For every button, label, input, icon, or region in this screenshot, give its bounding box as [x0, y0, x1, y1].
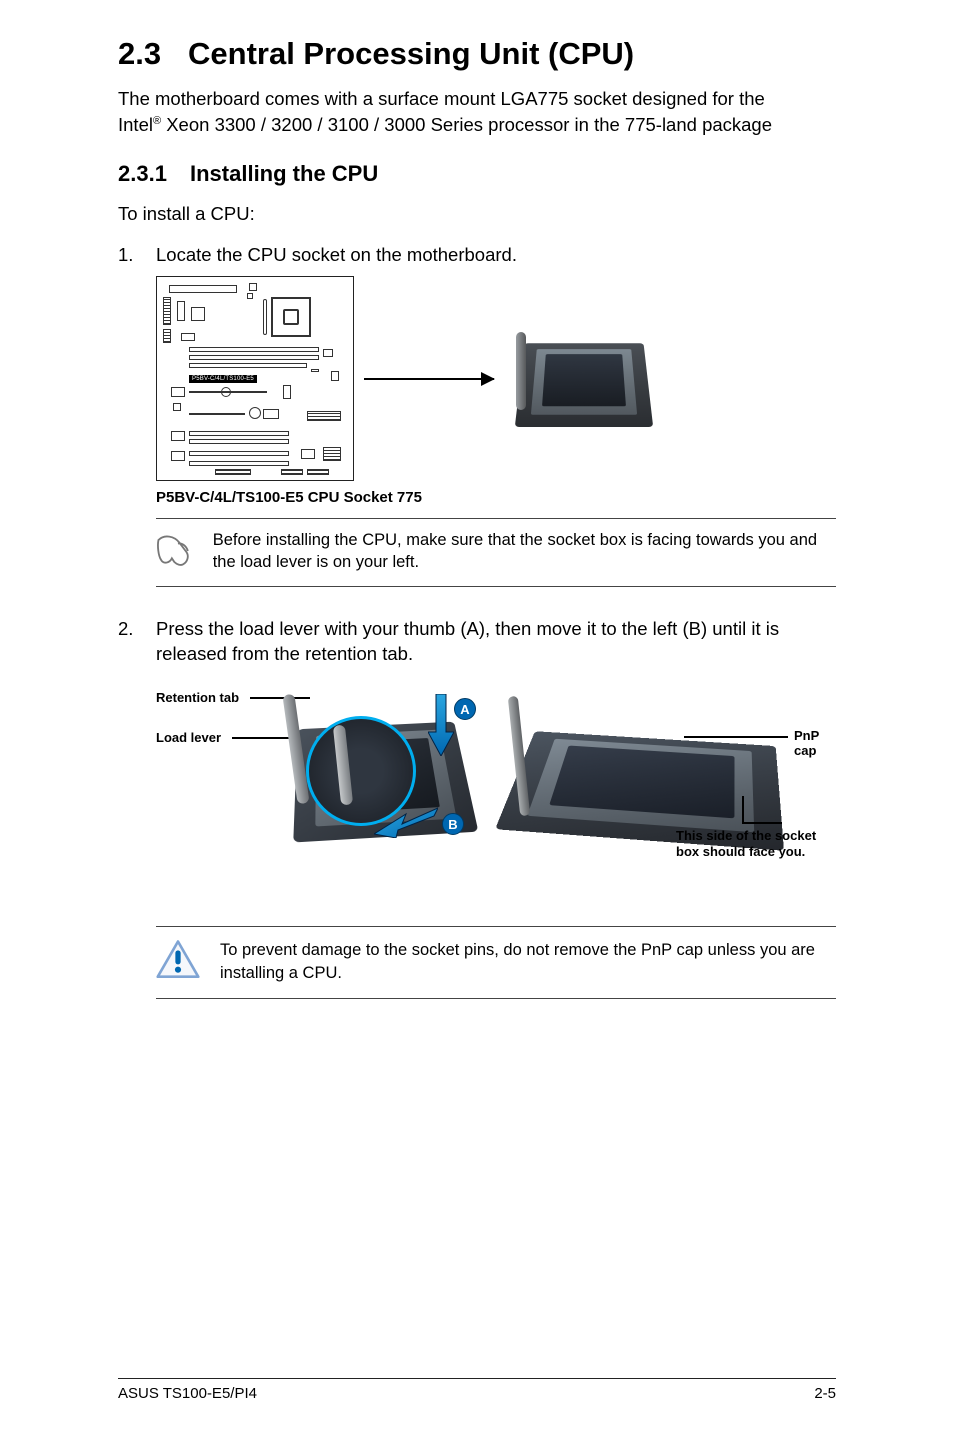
footer-right: 2-5 — [814, 1385, 836, 1402]
figure-row-1: P5BV-C/4L/TS100-E5 — [156, 276, 836, 481]
section-number: 2.3 — [118, 36, 188, 72]
section-title: Central Processing Unit (CPU) — [188, 36, 634, 71]
diagram-label: P5BV-C/4L/TS100-E5 — [189, 375, 257, 383]
label-face-you-1: This side of the socket — [676, 828, 816, 843]
label-load-lever: Load lever — [156, 730, 221, 745]
note-box: Before installing the CPU, make sure tha… — [156, 518, 836, 587]
label-face-you-2: box should face you. — [676, 844, 805, 859]
subsection-title: Installing the CPU — [190, 161, 378, 186]
motherboard-diagram: P5BV-C/4L/TS100-E5 — [156, 276, 354, 481]
arrow-icon — [364, 378, 494, 380]
step-text: Press the load lever with your thumb (A)… — [156, 617, 836, 667]
page-footer: ASUS TS100-E5/PI4 2-5 — [118, 1378, 836, 1402]
subsection-number: 2.3.1 — [118, 161, 190, 187]
section-heading: 2.3Central Processing Unit (CPU) — [118, 36, 836, 72]
caution-box: To prevent damage to the socket pins, do… — [156, 926, 836, 999]
subsection-heading: 2.3.1Installing the CPU — [118, 161, 836, 187]
intro-paragraph: The motherboard comes with a surface mou… — [118, 86, 836, 137]
label-retention-tab: Retention tab — [156, 690, 239, 705]
step-number: 1. — [118, 243, 156, 268]
step-text: Locate the CPU socket on the motherboard… — [156, 243, 836, 268]
footer-left: ASUS TS100-E5/PI4 — [118, 1385, 257, 1402]
note-hand-icon — [156, 529, 193, 573]
lead-text: To install a CPU: — [118, 203, 836, 225]
cpu-socket-photo — [514, 314, 654, 444]
caution-triangle-icon — [156, 939, 200, 981]
arrow-b-icon — [374, 804, 438, 838]
arrow-a-icon — [428, 694, 454, 756]
figure-2: Retention tab Load lever A B PnP cap Thi… — [156, 676, 836, 906]
figure-caption: P5BV-C/4L/TS100-E5 CPU Socket 775 — [156, 489, 836, 506]
caution-text: To prevent damage to the socket pins, do… — [220, 939, 836, 984]
step-1: 1. Locate the CPU socket on the motherbo… — [118, 243, 836, 268]
step-number: 2. — [118, 617, 156, 667]
note-text: Before installing the CPU, make sure tha… — [213, 529, 836, 574]
step-2: 2. Press the load lever with your thumb … — [118, 617, 836, 667]
label-pnp-cap: PnP cap — [794, 728, 836, 758]
